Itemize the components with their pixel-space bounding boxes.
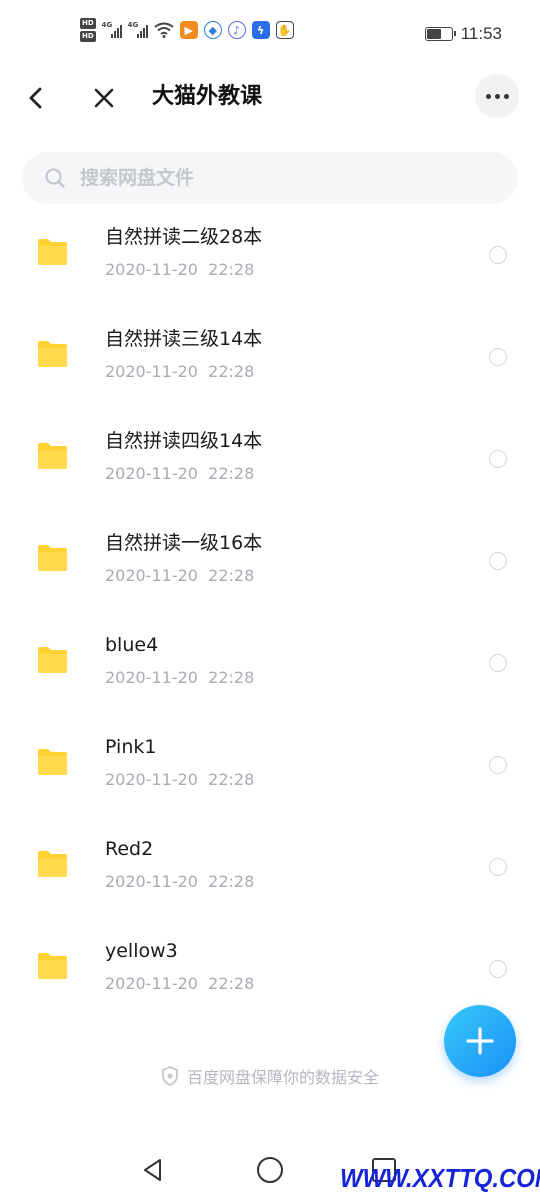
nav-back-icon[interactable] [140, 1157, 166, 1183]
signal-icon: 4G [127, 21, 148, 38]
file-date: 2020-11-20 22:28 [105, 362, 255, 381]
status-right-icons: 11:53 [424, 24, 502, 44]
wifi-icon [154, 22, 174, 38]
close-icon [94, 88, 114, 108]
back-button[interactable] [18, 80, 54, 116]
nav-home-icon[interactable] [257, 1157, 283, 1183]
select-radio[interactable] [489, 756, 507, 774]
file-name: 自然拼读三级14本 [105, 328, 263, 350]
close-button[interactable] [86, 80, 122, 116]
file-row[interactable]: 自然拼读四级14本 2020-11-20 22:28 [0, 414, 540, 516]
select-radio[interactable] [489, 450, 507, 468]
security-note-text: 百度网盘保障你的数据安全 [186, 1068, 379, 1087]
more-options-button[interactable] [475, 74, 519, 118]
select-radio[interactable] [489, 348, 507, 366]
app-notification-icon: ◆ [203, 21, 222, 39]
shield-icon [162, 1066, 178, 1086]
select-radio[interactable] [489, 246, 507, 264]
status-time: 11:53 [460, 24, 502, 43]
file-row[interactable]: Pink1 2020-11-20 22:28 [0, 720, 540, 822]
status-left-icons: HD HD 4G 4G ▶ ◆ ♪ ϟ ✋ [80, 18, 294, 42]
folder-icon [38, 239, 67, 265]
folder-icon [38, 953, 67, 979]
watermark: WWW.XXTTQ.COM [340, 1163, 540, 1193]
plus-icon [466, 1027, 494, 1055]
file-row[interactable]: 自然拼读三级14本 2020-11-20 22:28 [0, 312, 540, 414]
signal-icon: 4G [101, 21, 122, 38]
network-type-label: 4G [127, 21, 139, 29]
chevron-left-icon [29, 87, 42, 109]
battery-icon [424, 27, 456, 41]
file-name: 自然拼读四级14本 [105, 430, 263, 452]
folder-icon [38, 647, 67, 673]
file-date: 2020-11-20 22:28 [105, 770, 255, 789]
file-name: yellow3 [105, 940, 178, 962]
app-notification-icon: ϟ [251, 21, 270, 39]
search-bar[interactable] [22, 152, 518, 204]
app-notification-icon: ▶ [179, 21, 198, 39]
file-name: Pink1 [105, 736, 157, 758]
folder-icon [38, 545, 67, 571]
file-date: 2020-11-20 22:28 [105, 566, 255, 585]
file-date: 2020-11-20 22:28 [105, 464, 255, 483]
select-radio[interactable] [489, 960, 507, 978]
file-name: Red2 [105, 838, 154, 860]
search-icon [44, 167, 66, 189]
more-dot [503, 93, 509, 99]
file-row[interactable]: 自然拼读一级16本 2020-11-20 22:28 [0, 516, 540, 618]
file-list: 自然拼读二级28本 2020-11-20 22:28 自然拼读三级14本 202… [0, 210, 540, 1026]
file-date: 2020-11-20 22:28 [105, 260, 255, 279]
file-date: 2020-11-20 22:28 [105, 974, 255, 993]
folder-icon [38, 443, 67, 469]
more-dot [494, 93, 500, 99]
status-bar: HD HD 4G 4G ▶ ◆ ♪ ϟ ✋ 11:53 [0, 0, 540, 70]
search-input[interactable] [80, 167, 460, 189]
select-radio[interactable] [489, 858, 507, 876]
app-header: 大猫外教课 [0, 70, 540, 140]
file-row[interactable]: Red2 2020-11-20 22:28 [0, 822, 540, 924]
security-note: 百度网盘保障你的数据安全 [0, 1064, 540, 1088]
folder-icon [38, 749, 67, 775]
folder-icon [38, 851, 67, 877]
file-row[interactable]: blue4 2020-11-20 22:28 [0, 618, 540, 720]
select-radio[interactable] [489, 654, 507, 672]
hd-badge: HD [80, 18, 96, 29]
page-title: 大猫外教课 [152, 84, 263, 109]
file-name: 自然拼读二级28本 [105, 226, 263, 248]
network-type-label: 4G [101, 21, 113, 29]
folder-icon [38, 341, 67, 367]
hd-indicators: HD HD [80, 18, 96, 42]
file-date: 2020-11-20 22:28 [105, 872, 255, 891]
app-notification-icon: ♪ [227, 21, 246, 39]
app-notification-icon: ✋ [275, 21, 294, 39]
more-horizontal-icon [485, 93, 491, 99]
file-name: blue4 [105, 634, 159, 656]
file-name: 自然拼读一级16本 [105, 532, 263, 554]
select-radio[interactable] [489, 552, 507, 570]
file-date: 2020-11-20 22:28 [105, 668, 255, 687]
hd-badge: HD [80, 31, 96, 42]
file-row[interactable]: 自然拼读二级28本 2020-11-20 22:28 [0, 210, 540, 312]
